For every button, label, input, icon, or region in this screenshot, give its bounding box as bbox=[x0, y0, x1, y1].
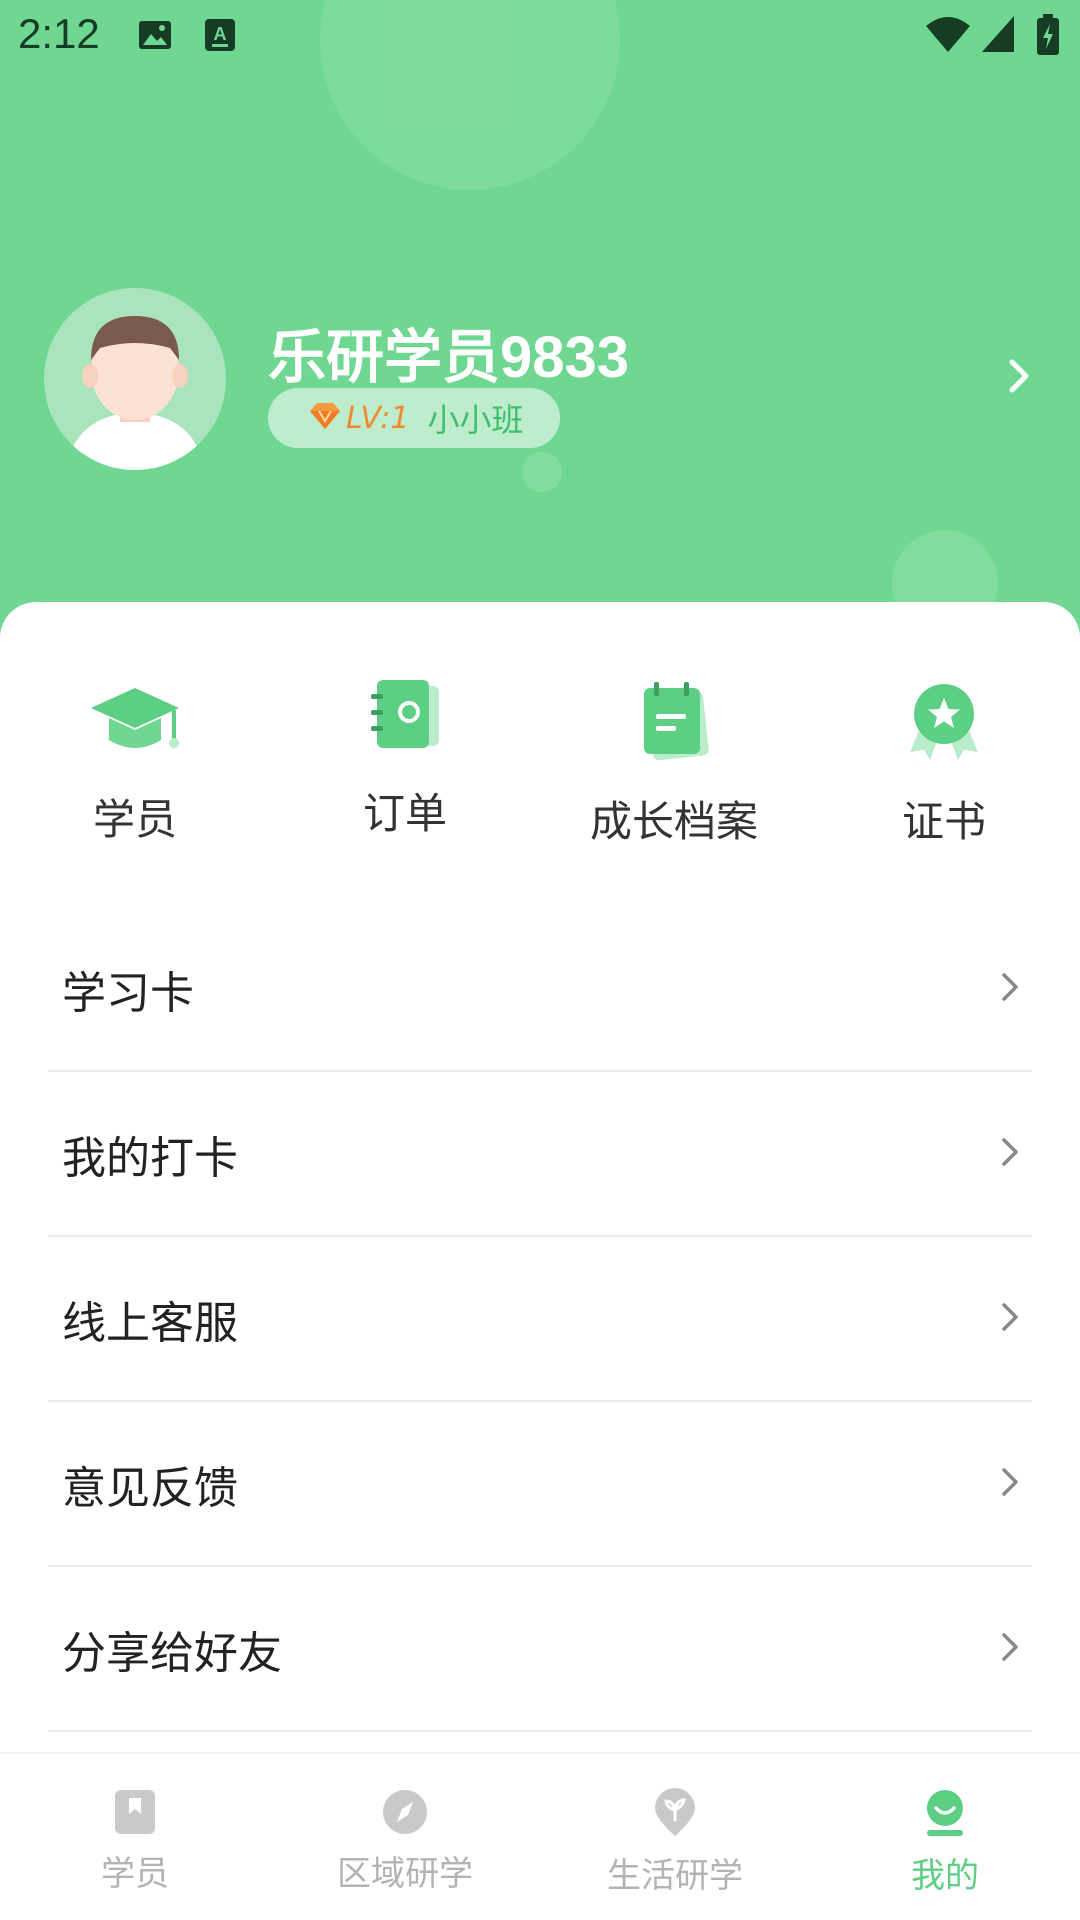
status-time: 2:12 bbox=[18, 10, 100, 57]
menu-item-label: 分享给好友 bbox=[62, 1627, 282, 1679]
award-ribbon-icon bbox=[844, 680, 1044, 766]
cell-signal-icon bbox=[980, 14, 1016, 58]
chevron-right-icon[interactable] bbox=[1004, 356, 1034, 400]
sprout-pin-icon bbox=[540, 1788, 810, 1838]
username[interactable]: 乐研学员9833 bbox=[268, 310, 629, 394]
notepad-icon bbox=[574, 680, 774, 766]
order-book-icon bbox=[305, 678, 505, 758]
user-avatar-icon bbox=[44, 288, 226, 470]
wifi-icon bbox=[924, 14, 972, 58]
menu-item-online-service[interactable]: 线上客服 bbox=[48, 1237, 1032, 1402]
tab-mine[interactable]: 我的 bbox=[810, 1754, 1080, 1920]
chevron-right-icon bbox=[998, 1299, 1022, 1339]
chevron-right-icon bbox=[998, 969, 1022, 1009]
menu-item-my-checkin[interactable]: 我的打卡 bbox=[48, 1072, 1032, 1237]
tab-label: 生活研学 bbox=[607, 1856, 743, 1896]
smiley-profile-icon bbox=[810, 1788, 1080, 1838]
tab-students[interactable]: 学员 bbox=[0, 1754, 270, 1920]
gallery-notification-icon bbox=[138, 18, 172, 56]
menu-item-label: 线上客服 bbox=[62, 1297, 238, 1349]
compass-icon bbox=[270, 1788, 540, 1836]
quick-action-growth-archive[interactable]: 成长档案 bbox=[574, 680, 774, 849]
tab-label: 区域研学 bbox=[337, 1854, 473, 1894]
menu-item-study-card[interactable]: 学习卡 bbox=[48, 907, 1032, 1072]
quick-action-label: 成长档案 bbox=[589, 797, 758, 846]
bottom-tab-bar: 学员 区域研学 生活研学 我的 bbox=[0, 1752, 1080, 1920]
menu-item-share[interactable]: 分享给好友 bbox=[48, 1567, 1032, 1732]
battery-charging-icon bbox=[1036, 14, 1060, 60]
tab-label: 学员 bbox=[101, 1854, 169, 1894]
quick-action-label: 订单 bbox=[362, 789, 447, 838]
level-badge[interactable]: LV:1 小小班 bbox=[268, 388, 560, 448]
class-name: 小小班 bbox=[427, 401, 524, 439]
bookmark-icon bbox=[0, 1788, 270, 1836]
chevron-right-icon bbox=[998, 1629, 1022, 1669]
status-bar: 2:12 A bbox=[0, 0, 1080, 72]
menu-item-feedback[interactable]: 意见反馈 bbox=[48, 1402, 1032, 1567]
keyboard-notification-icon: A bbox=[204, 18, 236, 56]
avatar[interactable] bbox=[44, 288, 226, 470]
diamond-icon bbox=[308, 401, 342, 435]
menu-item-label: 学习卡 bbox=[62, 967, 194, 1019]
svg-text:A: A bbox=[214, 24, 227, 44]
profile-header: 2:12 A 乐研学员9833 LV:1 小小班 bbox=[0, 0, 1080, 640]
quick-action-orders[interactable]: 订单 bbox=[305, 678, 505, 841]
graduation-cap-icon bbox=[35, 680, 235, 764]
chevron-right-icon bbox=[998, 1134, 1022, 1174]
decorative-circle bbox=[522, 452, 562, 492]
tab-regional-study[interactable]: 区域研学 bbox=[270, 1754, 540, 1920]
level-text: LV:1 bbox=[346, 400, 410, 436]
quick-action-students[interactable]: 学员 bbox=[35, 680, 235, 847]
quick-action-label: 学员 bbox=[92, 795, 177, 844]
tab-life-study[interactable]: 生活研学 bbox=[540, 1754, 810, 1920]
menu-item-label: 我的打卡 bbox=[62, 1132, 238, 1184]
menu-item-label: 意见反馈 bbox=[62, 1462, 238, 1514]
tab-label: 我的 bbox=[911, 1856, 979, 1896]
content-card: 学员 订单 成长档案 证书 学习卡 我的打卡 线上客服 意见反馈 分享给好友 bbox=[0, 602, 1080, 1920]
chevron-right-icon bbox=[998, 1464, 1022, 1504]
quick-action-certificates[interactable]: 证书 bbox=[844, 680, 1044, 849]
quick-action-label: 证书 bbox=[901, 797, 986, 846]
